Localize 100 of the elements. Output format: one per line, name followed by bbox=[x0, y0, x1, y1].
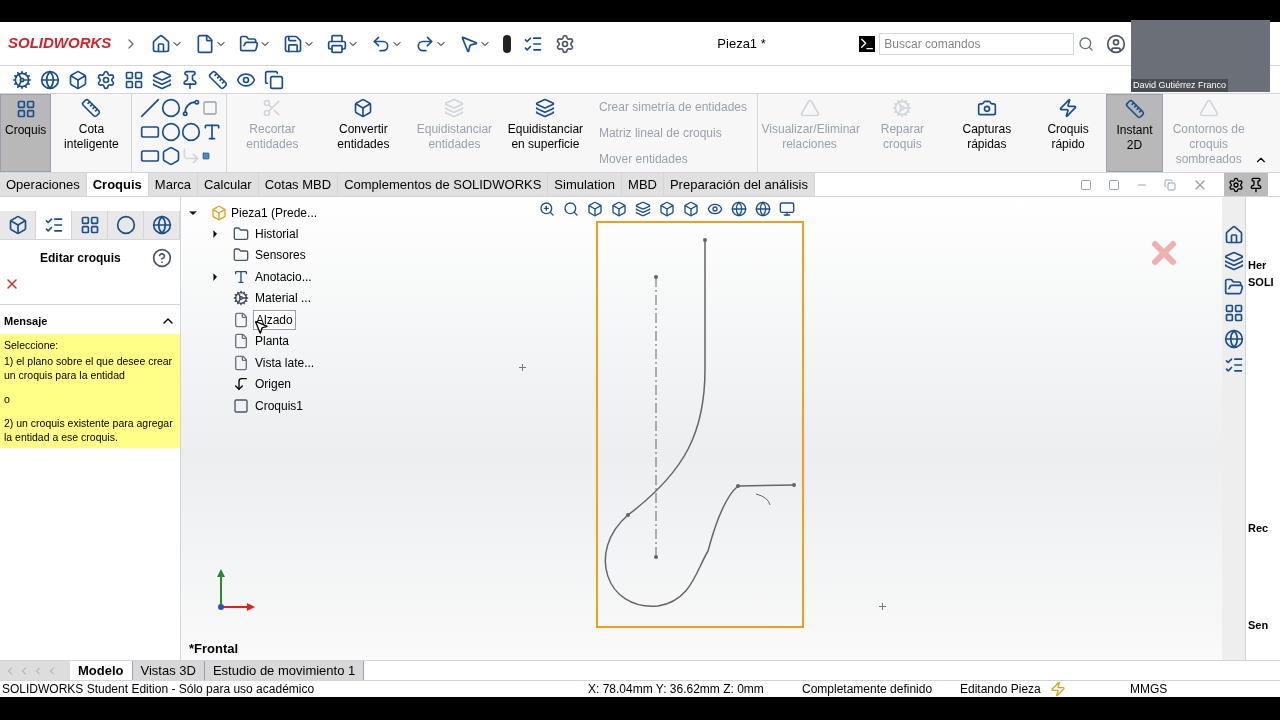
toolbar-icon[interactable] bbox=[283, 33, 304, 54]
tree-item[interactable]: Croquis1 bbox=[253, 396, 306, 415]
app-logo: SOLIDWORKS bbox=[8, 33, 112, 54]
command-tab[interactable]: Calcular bbox=[197, 173, 259, 196]
ribbon-button[interactable]: Cota inteligente bbox=[51, 94, 132, 172]
pin-icon[interactable] bbox=[1248, 176, 1264, 193]
tool-icon bbox=[81, 98, 102, 118]
tool-icon bbox=[535, 98, 556, 118]
search-field[interactable]: Buscar comandos bbox=[879, 32, 1075, 55]
view-tool-icon[interactable] bbox=[755, 201, 771, 217]
command-tab[interactable]: MBD bbox=[622, 173, 664, 196]
ribbon-button[interactable]: Convertir entidades bbox=[317, 94, 409, 172]
tree-item[interactable]: Planta bbox=[253, 332, 292, 351]
tree-item[interactable]: Anotacio... bbox=[253, 267, 314, 286]
toolbar-icon[interactable] bbox=[415, 33, 436, 54]
view-tool-icon[interactable] bbox=[707, 201, 723, 217]
task-pane-tab-icon[interactable] bbox=[1223, 225, 1244, 245]
crosshair-icon bbox=[879, 603, 886, 610]
webcam-name-label: David Gutiérrez Franco bbox=[1131, 78, 1229, 92]
toolbar-icon[interactable] bbox=[239, 33, 260, 54]
search-icon[interactable] bbox=[1078, 35, 1095, 52]
view-tool-icon[interactable] bbox=[611, 201, 627, 217]
settings-icon[interactable] bbox=[1228, 176, 1244, 193]
view-tool-icon[interactable] bbox=[659, 201, 675, 217]
tree-item[interactable]: Sensores bbox=[253, 246, 308, 265]
addin-icon[interactable] bbox=[124, 69, 144, 90]
status-text: SOLIDWORKS Student Edition - Sólo para uso académico bbox=[1, 681, 316, 698]
message-text: o bbox=[4, 391, 11, 406]
toolbar-icon[interactable] bbox=[151, 33, 172, 54]
settings-icon[interactable] bbox=[555, 33, 576, 54]
ribbon-button[interactable]: Instant 2D bbox=[1105, 94, 1164, 172]
view-tool-icon[interactable] bbox=[779, 201, 795, 217]
tool-icon bbox=[353, 98, 374, 118]
command-tab[interactable]: Preparación del análisis bbox=[663, 173, 815, 196]
polygon-tool-icon[interactable] bbox=[160, 146, 181, 166]
user-icon[interactable] bbox=[1106, 33, 1127, 54]
units-selector[interactable]: MMGS bbox=[1130, 680, 1168, 698]
sketch-tool-icon[interactable] bbox=[160, 122, 181, 142]
manager-tab-icon bbox=[79, 215, 100, 235]
addin-icon[interactable] bbox=[40, 69, 60, 90]
window-tile-icon[interactable] bbox=[1108, 178, 1120, 191]
task-pane-tab-icon[interactable] bbox=[1223, 329, 1244, 349]
view-tool-icon[interactable] bbox=[539, 201, 555, 217]
command-tab[interactable]: Croquis bbox=[86, 173, 149, 196]
message-text: 2) un croquis existente para agregar la entidad a ese croquis. bbox=[4, 415, 174, 444]
manager-tab-icon bbox=[7, 215, 28, 235]
command-tab[interactable]: Operaciones bbox=[0, 173, 87, 196]
task-pane-tab-icon[interactable] bbox=[1223, 277, 1244, 297]
origin-icon bbox=[233, 376, 249, 393]
toolbar-icon[interactable] bbox=[327, 33, 348, 54]
folder-icon bbox=[233, 225, 249, 242]
message-text: Seleccione: bbox=[4, 337, 60, 352]
sketch-tool-icon[interactable] bbox=[160, 98, 181, 118]
task-pane-tab-icon[interactable] bbox=[1223, 355, 1244, 375]
tool-icon bbox=[1124, 99, 1145, 119]
ribbon-button[interactable]: Equidistanciar en superficie bbox=[499, 94, 591, 172]
addin-icon[interactable] bbox=[152, 69, 172, 90]
ribbon-button[interactable]: Croquis bbox=[0, 94, 52, 172]
annotation-icon bbox=[233, 268, 249, 285]
status-text: Completamente definido bbox=[802, 681, 934, 698]
plane-icon bbox=[233, 354, 249, 371]
manager-tab[interactable] bbox=[36, 211, 72, 239]
panel-title: Editar croquis bbox=[40, 250, 121, 267]
addin-icon[interactable] bbox=[68, 69, 88, 90]
help-icon[interactable] bbox=[152, 248, 172, 268]
view-tool-icon[interactable] bbox=[635, 201, 651, 217]
command-tab[interactable]: Simulation bbox=[548, 173, 623, 196]
point-tool-icon[interactable] bbox=[201, 152, 210, 160]
addin-icon[interactable] bbox=[12, 69, 32, 90]
view-label: *Frontal bbox=[189, 639, 239, 658]
task-pane-tab-icon[interactable] bbox=[1223, 303, 1244, 323]
command-tab[interactable]: Marca bbox=[148, 173, 198, 196]
tree-item[interactable]: Historial bbox=[253, 224, 301, 243]
ribbon-button[interactable]: Croquis rápido bbox=[1030, 94, 1106, 172]
addin-icon[interactable] bbox=[180, 69, 200, 90]
addin-icon[interactable] bbox=[264, 69, 284, 90]
window-tile-icon[interactable] bbox=[1080, 178, 1092, 191]
view-tool-icon[interactable] bbox=[731, 201, 747, 217]
model-tab[interactable]: Estudio de movimiento 1 bbox=[204, 661, 365, 680]
traffic-light-icon[interactable] bbox=[503, 34, 512, 53]
tree-item[interactable]: Vista late... bbox=[253, 353, 317, 372]
command-tab[interactable]: Complementos de SOLIDWORKS bbox=[338, 173, 549, 196]
sketch-tool-icon[interactable] bbox=[140, 98, 161, 118]
view-tool-icon[interactable] bbox=[563, 201, 579, 217]
tool-icon bbox=[1198, 98, 1219, 118]
part-icon bbox=[211, 205, 227, 221]
tree-item[interactable]: Material ... bbox=[253, 289, 313, 308]
addin-icon[interactable] bbox=[96, 69, 116, 90]
ribbon-button[interactable]: Capturas rápidas bbox=[943, 94, 1031, 172]
sketch-tool-icon[interactable] bbox=[181, 98, 202, 118]
addin-icon[interactable] bbox=[208, 69, 228, 90]
toolbar-icon[interactable] bbox=[195, 33, 216, 54]
task-pane-tab-icon[interactable] bbox=[1223, 251, 1244, 271]
sketch-tool-icon[interactable] bbox=[181, 122, 202, 142]
tree-item[interactable]: Origen bbox=[253, 375, 294, 394]
view-tool-icon[interactable] bbox=[683, 201, 699, 217]
model-tab[interactable]: Vistas 3D bbox=[132, 661, 205, 680]
view-tool-icon[interactable] bbox=[587, 201, 603, 217]
tree-item[interactable]: Pieza1 (Prede... bbox=[231, 204, 318, 222]
command-tab[interactable]: Cotas MBD bbox=[258, 173, 339, 196]
